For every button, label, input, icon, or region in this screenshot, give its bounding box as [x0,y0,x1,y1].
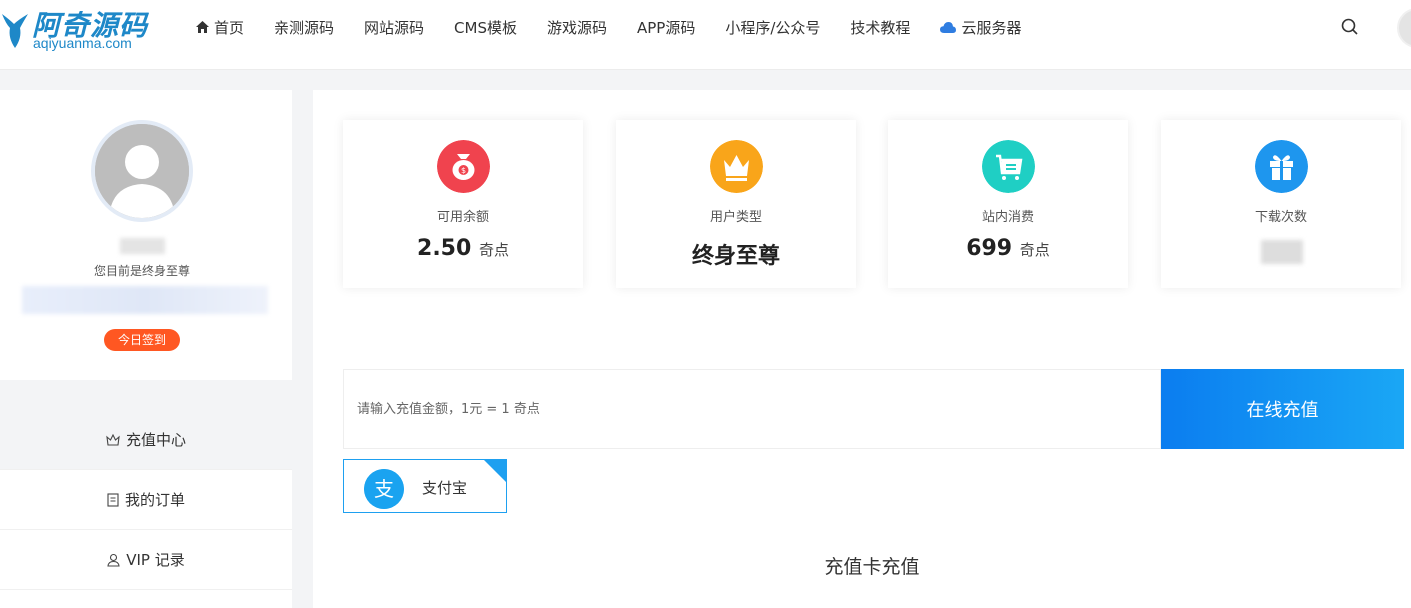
profile-avatar [91,120,193,222]
download-count-blurred [1261,240,1303,264]
stat-label: 可用余额 [436,210,489,225]
stat-label: 用户类型 [709,210,762,225]
logo-subtitle: aqiyuanma.com [33,35,132,51]
nav-item-label: 技术教程 [850,18,911,37]
membership-status: 您目前是终身至尊 [93,264,190,278]
nav-item-label: 游戏源码 [546,18,607,37]
user-avatar[interactable] [1397,8,1411,48]
nav-item-label: CMS模板 [454,18,517,37]
stat-balance: $ 可用余额 2.50 奇点 [343,120,583,288]
crown-icon [106,433,120,446]
order-icon [107,492,119,507]
checkin-button[interactable]: 今日签到 [104,329,180,351]
account-menu: 充值中心 我的订单 VIP 记录 [0,410,292,608]
gift-icon [1255,140,1308,193]
crown-icon [710,140,763,193]
nav-item-label: 网站源码 [364,18,425,37]
stat-label: 站内消费 [981,210,1034,225]
alipay-icon: 支 [364,469,404,509]
user-email-blurred [22,286,268,314]
alipay-label: 支付宝 [422,479,468,497]
nav-item-website-source[interactable]: 网站源码 [364,17,424,38]
main-nav: 首页 亲测源码 网站源码 CMS模板 游戏源码 APP源码 小程序/公众号 技术… [196,0,1051,54]
menu-item-label: 我的订单 [124,491,185,509]
nav-item-cms-template[interactable]: CMS模板 [454,17,517,38]
recharge-amount-input[interactable] [343,369,1161,449]
stat-downloads: 下载次数 [1161,120,1401,288]
username-blurred [120,238,165,254]
cloud-icon [940,21,957,33]
default-avatar-icon [95,124,189,218]
menu-item-vip-records[interactable]: VIP 记录 [0,530,292,590]
stat-value: 699 奇点 [888,236,1128,261]
menu-item-label: VIP 记录 [126,551,185,569]
user-icon [107,553,120,567]
stat-consumption: 站内消费 699 奇点 [888,120,1128,288]
card-recharge-heading: 充值卡充值 [824,556,920,578]
menu-item-orders[interactable]: 我的订单 [0,470,292,530]
recharge-panel: $ 可用余额 2.50 奇点 用户类型 终身至尊 站内消费 699 奇点 下载次… [313,90,1411,608]
balance-number: 2.50 [417,236,472,261]
search-icon[interactable] [1340,17,1360,37]
consumption-number: 699 [966,236,1013,261]
stat-value: 2.50 奇点 [343,236,583,261]
nav-item-tested-source[interactable]: 亲测源码 [274,17,334,38]
nav-item-game-source[interactable]: 游戏源码 [547,17,607,38]
nav-item-label: 首页 [214,18,245,37]
consumption-unit: 奇点 [1019,241,1050,259]
nav-item-home[interactable]: 首页 [196,17,244,38]
nav-item-mini-program[interactable]: 小程序/公众号 [725,17,820,38]
selected-corner-mark [484,460,506,482]
money-bag-icon: $ [437,140,490,193]
nav-item-label: 云服务器 [961,18,1022,37]
alipay-option[interactable]: 支 支付宝 [343,459,507,513]
balance-unit: 奇点 [478,241,509,259]
menu-item-recharge[interactable]: 充值中心 [0,410,292,470]
stat-user-type: 用户类型 终身至尊 [616,120,856,288]
menu-item-label: 充值中心 [125,431,186,449]
nav-item-tutorials[interactable]: 技术教程 [850,17,910,38]
svg-text:支: 支 [374,477,394,501]
nav-item-app-source[interactable]: APP源码 [637,17,695,38]
svg-text:$: $ [461,166,466,175]
top-header: 阿奇源码 aqiyuanma.com 首页 亲测源码 网站源码 CMS模板 游戏… [0,0,1411,70]
nav-item-label: 亲测源码 [274,18,335,37]
nav-item-label: 小程序/公众号 [725,18,821,37]
logo-bull-icon [2,14,28,48]
stat-label: 下载次数 [1254,210,1307,225]
nav-item-cloud-server[interactable]: 云服务器 [940,17,1021,38]
nav-item-label: APP源码 [637,18,696,37]
site-logo[interactable]: 阿奇源码 aqiyuanma.com [0,2,150,54]
stat-value: 终身至尊 [691,244,780,269]
cart-icon [982,140,1035,193]
profile-card: 您目前是终身至尊 今日签到 [0,90,292,380]
home-icon [196,21,209,33]
online-recharge-button[interactable]: 在线充值 [1161,369,1404,449]
